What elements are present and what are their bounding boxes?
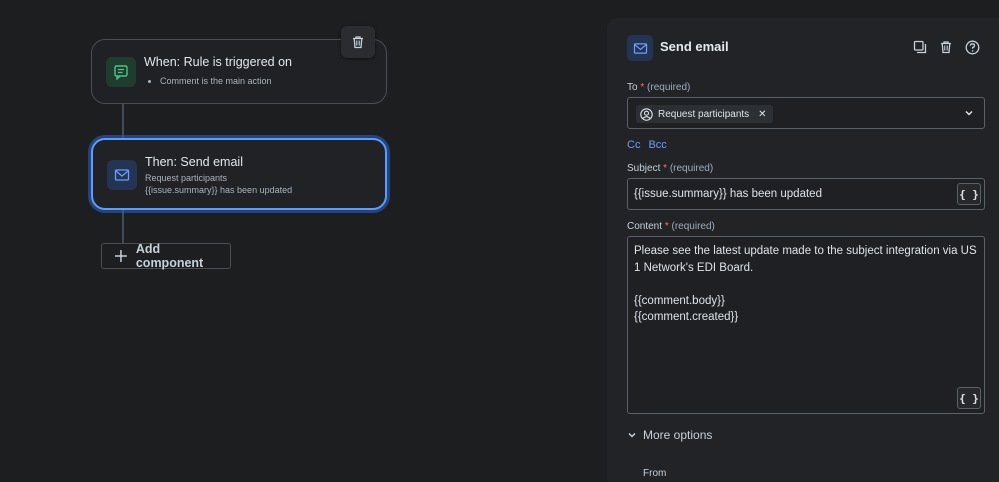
- content-line: Please see the latest update made to the…: [634, 245, 977, 257]
- add-component-button[interactable]: Add component: [101, 242, 231, 270]
- cc-link[interactable]: Cc: [627, 139, 640, 151]
- comment-icon: [106, 57, 136, 87]
- delete-button[interactable]: [938, 39, 954, 55]
- subject-input[interactable]: {{issue.summary}} has been updated { }: [627, 178, 985, 210]
- trigger-detail: Comment is the main action: [160, 76, 272, 86]
- required-mark: *: [663, 163, 668, 174]
- content-label-text: Content: [627, 221, 663, 232]
- required-mark: *: [664, 221, 669, 232]
- content-value: Please see the latest update made to the…: [634, 243, 979, 326]
- chevron-down-icon: [628, 432, 636, 438]
- bcc-link[interactable]: Bcc: [648, 139, 666, 151]
- duplicate-button[interactable]: [912, 39, 928, 55]
- trigger-card-title: When: Rule is triggered on: [144, 55, 292, 69]
- action-card-recipient: Request participants: [145, 173, 228, 183]
- user-circle-icon: [640, 107, 653, 121]
- from-label: From: [643, 468, 667, 479]
- flow-connector-top: [122, 104, 124, 138]
- trigger-detail-list: Comment is the main action: [160, 76, 272, 86]
- more-options-toggle[interactable]: More options: [627, 428, 712, 442]
- content-line: {{comment.created}}: [634, 311, 739, 323]
- subject-label-text: Subject: [627, 163, 661, 174]
- plus-icon: [114, 250, 127, 262]
- to-select[interactable]: Request participants ✕: [627, 97, 985, 129]
- recipient-chip-label: Request participants: [658, 108, 750, 120]
- panel-title: Send email: [660, 39, 729, 54]
- action-card-send-email[interactable]: Then: Send email Request participants {{…: [91, 138, 387, 210]
- add-component-label: Add component: [135, 242, 204, 270]
- delete-component-button[interactable]: [341, 26, 375, 58]
- remove-chip-icon[interactable]: ✕: [758, 109, 766, 120]
- mail-icon: [107, 160, 137, 190]
- trash-icon: [353, 36, 363, 49]
- mail-icon: [627, 35, 653, 61]
- subject-label: Subject * (required): [627, 163, 713, 174]
- help-button[interactable]: [964, 39, 980, 55]
- smart-value-button[interactable]: { }: [957, 183, 981, 205]
- smart-value-button[interactable]: { }: [957, 387, 981, 409]
- required-hint: (required): [669, 163, 714, 174]
- required-hint: (required): [647, 82, 691, 93]
- subject-value: {{issue.summary}} has been updated: [634, 188, 822, 200]
- cc-bcc-links: Cc Bcc: [627, 139, 667, 151]
- content-line: {{comment.body}}: [634, 294, 725, 307]
- required-hint: (required): [671, 221, 715, 232]
- flow-connector-bottom: [122, 210, 124, 243]
- help-icon: [965, 40, 979, 54]
- recipient-chip: Request participants ✕: [636, 105, 773, 123]
- copy-icon: [913, 40, 927, 54]
- action-card-title: Then: Send email: [145, 155, 243, 169]
- content-line: [634, 276, 979, 293]
- content-label: Content * (required): [627, 221, 715, 232]
- to-label-text: To: [627, 82, 638, 93]
- content-line: 1 Network's EDI Board.: [634, 261, 754, 274]
- trash-icon: [941, 41, 951, 54]
- more-options-label: More options: [643, 428, 713, 442]
- to-label: To * (required): [627, 82, 690, 93]
- required-mark: *: [640, 82, 645, 93]
- action-card-subject: {{issue.summary}} has been updated: [145, 185, 293, 195]
- content-textarea[interactable]: Please see the latest update made to the…: [627, 236, 985, 414]
- chevron-down-icon[interactable]: [964, 108, 974, 118]
- send-email-panel: Send email To * (required) Request parti…: [607, 18, 999, 482]
